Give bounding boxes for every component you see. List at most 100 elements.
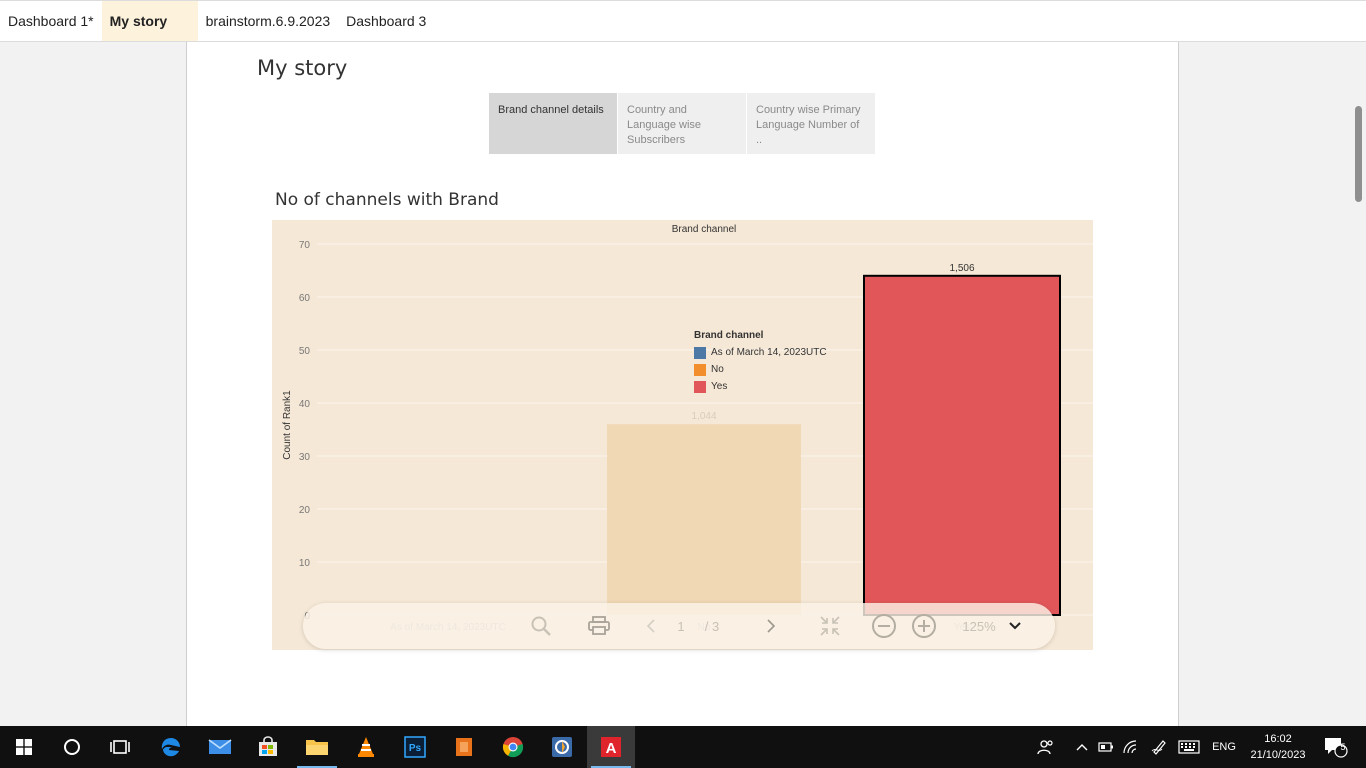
sheet-tab-bar: Dashboard 1* My story brainstorm.6.9.202… [0, 0, 1366, 42]
windows-logo-icon [16, 739, 32, 755]
svg-text:A: A [606, 740, 617, 757]
photoshop-app[interactable]: Ps [391, 726, 439, 768]
zoom-out-button[interactable] [869, 603, 899, 649]
story-navigator: Brand channel details Country and Langua… [489, 93, 876, 154]
collapse-icon [820, 616, 840, 636]
edge-icon [161, 738, 180, 757]
page-count: / 3 [704, 618, 720, 634]
legend-label: As of March 14, 2023UTC [711, 347, 827, 358]
start-button[interactable] [0, 726, 48, 768]
data-label: 1,044 [691, 411, 716, 422]
media-icon [552, 737, 572, 757]
search-taskbar-button[interactable] [48, 726, 96, 768]
y-tick-label: 40 [299, 399, 311, 410]
legend-swatch [694, 346, 706, 359]
legend-item-as-of[interactable]: As of March 14, 2023UTC [694, 344, 827, 361]
pen-button[interactable] [1148, 726, 1170, 768]
story-point-brand-channel[interactable]: Brand channel details [489, 93, 618, 154]
story-point-country-language[interactable]: Country and Language wise Subscribers [618, 93, 747, 154]
bar-yes[interactable] [863, 274, 1061, 617]
y-tick-label: 50 [299, 346, 311, 357]
legend-item-no[interactable]: No [694, 361, 827, 378]
legend-swatch [694, 380, 706, 393]
office-app[interactable] [440, 726, 488, 768]
store-app[interactable] [244, 726, 292, 768]
battery-button[interactable] [1096, 726, 1116, 768]
folder-icon [306, 740, 328, 755]
file-explorer-app[interactable] [293, 726, 341, 768]
vertical-scrollbar[interactable] [1350, 42, 1366, 726]
chevron-left-icon [646, 619, 655, 633]
scrollbar-thumb[interactable] [1355, 106, 1362, 202]
media-app[interactable] [538, 726, 586, 768]
search-icon [531, 616, 551, 636]
viz-title: No of channels with Brand [275, 190, 499, 210]
legend-label: Yes [711, 381, 728, 392]
windows-taskbar: Ps A ENG 16:02 21/10/2023 5 [0, 726, 1366, 768]
keyboard-button[interactable] [1176, 726, 1202, 768]
legend-title: Brand channel [694, 330, 764, 341]
tableau-reader-icon: A [601, 737, 621, 757]
legend-swatch [694, 363, 706, 376]
people-icon [1037, 740, 1053, 755]
next-page-button[interactable] [759, 603, 783, 649]
wifi-icon [1123, 740, 1137, 754]
tableau-app[interactable]: A [587, 726, 635, 768]
data-label: 1,506 [949, 263, 974, 274]
tab-my-story[interactable]: My story [101, 1, 198, 41]
y-tick-label: 10 [299, 558, 311, 569]
search-button[interactable] [521, 603, 561, 649]
chevron-right-icon [767, 619, 776, 633]
zoom-in-button[interactable] [909, 603, 939, 649]
bar-no[interactable] [607, 424, 801, 615]
fit-page-button[interactable] [815, 603, 845, 649]
network-button[interactable] [1120, 726, 1142, 768]
story-page: My story Brand channel details Country a… [186, 42, 1179, 726]
system-clock[interactable]: 16:02 21/10/2023 [1244, 731, 1312, 763]
cortana-circle-icon [64, 739, 80, 755]
bar-chart[interactable]: Brand channel010203040506070Count of Ran… [272, 220, 1093, 650]
store-icon [259, 736, 277, 756]
tab-dashboard-3[interactable]: Dashboard 3 [338, 1, 434, 41]
mail-icon [208, 739, 232, 754]
page-title: My story [257, 56, 348, 80]
prev-page-button[interactable] [639, 603, 663, 649]
zoom-level[interactable]: 125% [949, 603, 1009, 649]
zoom-dropdown-button[interactable] [1003, 603, 1027, 649]
chrome-icon [502, 737, 524, 758]
task-view-button[interactable] [96, 726, 144, 768]
y-axis-label: Count of Rank1 [282, 390, 293, 460]
y-tick-label: 30 [299, 452, 311, 463]
workspace: My story Brand channel details Country a… [0, 42, 1366, 726]
people-button[interactable] [1034, 726, 1058, 768]
tab-dashboard-1[interactable]: Dashboard 1* [0, 1, 102, 41]
tray-expand-button[interactable] [1072, 726, 1092, 768]
svg-text:Ps: Ps [409, 743, 422, 754]
action-center-button[interactable]: 5 [1318, 726, 1352, 768]
vlc-app[interactable] [342, 726, 390, 768]
chrome-app[interactable] [489, 726, 537, 768]
y-tick-label: 70 [299, 240, 311, 251]
clock-time: 16:02 [1264, 733, 1292, 745]
battery-icon [1098, 742, 1113, 752]
print-button[interactable] [579, 603, 619, 649]
input-language[interactable]: ENG [1208, 726, 1240, 768]
task-view-icon [110, 740, 130, 754]
notification-count: 5 [1340, 742, 1346, 752]
page-number-input[interactable]: 1 [671, 603, 691, 649]
edge-app[interactable] [147, 726, 195, 768]
legend-label: No [711, 364, 724, 375]
chart-title: Brand channel [672, 224, 737, 235]
office-icon [456, 738, 472, 756]
keyboard-icon [1178, 740, 1200, 754]
zoom-out-icon [872, 614, 896, 638]
viewer-toolbar: 1 / 3 125% [303, 603, 1055, 649]
story-point-country-primary-language[interactable]: Country wise Primary Language Number of … [747, 93, 876, 154]
mail-app[interactable] [196, 726, 244, 768]
tab-brainstorm[interactable]: brainstorm.6.9.2023 [198, 1, 339, 41]
pen-icon [1151, 740, 1166, 755]
chevron-down-icon [1009, 622, 1021, 630]
chart-canvas: Brand channel010203040506070Count of Ran… [282, 224, 1093, 633]
y-tick-label: 20 [299, 505, 311, 516]
legend-item-yes[interactable]: Yes [694, 378, 827, 395]
